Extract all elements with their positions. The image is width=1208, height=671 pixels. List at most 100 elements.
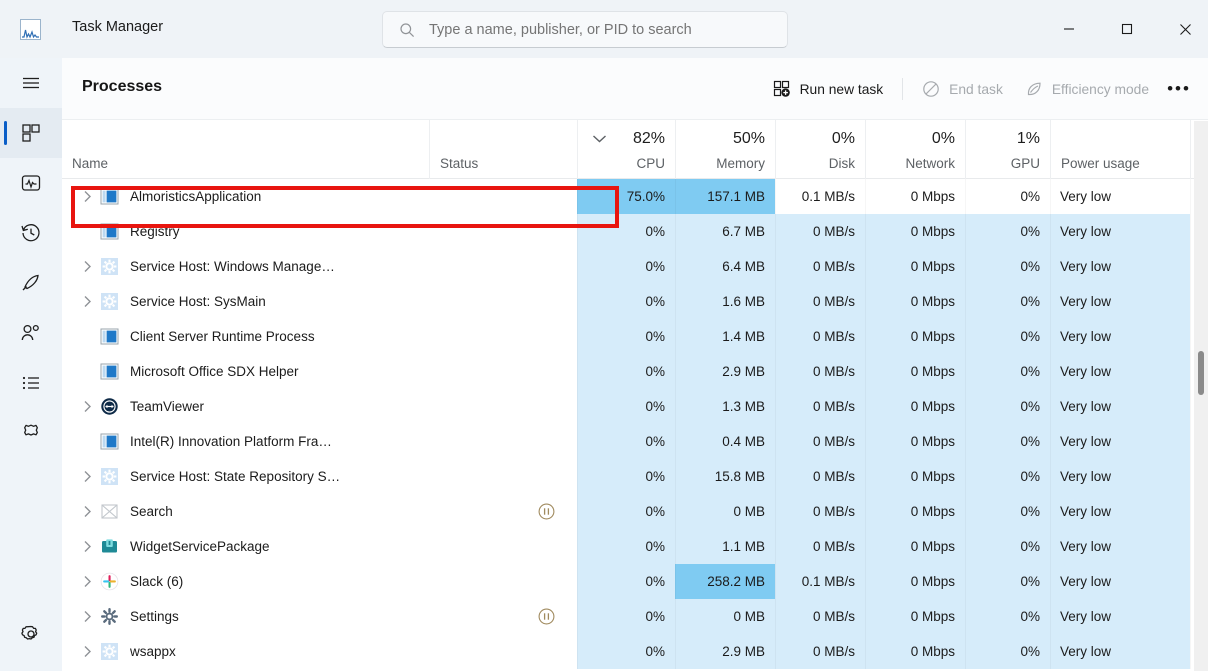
expand-toggle[interactable] bbox=[74, 610, 100, 623]
expand-toggle[interactable] bbox=[74, 190, 100, 203]
process-name-cell[interactable]: Client Server Runtime Process bbox=[62, 319, 429, 354]
process-name-cell[interactable]: Intel(R) Innovation Platform Fra… bbox=[62, 424, 429, 459]
service-icon bbox=[100, 292, 119, 311]
process-name-cell[interactable]: Slack (6) bbox=[62, 564, 429, 599]
cell-cpu-value: 0% bbox=[645, 259, 665, 274]
close-button[interactable] bbox=[1162, 0, 1208, 58]
sidebar-item-settings[interactable] bbox=[0, 609, 62, 659]
process-name-cell[interactable]: WidgetServicePackage bbox=[62, 529, 429, 564]
cell-network: 0 Mbps bbox=[865, 214, 965, 249]
column-separator bbox=[965, 214, 966, 249]
column-separator bbox=[1050, 214, 1051, 249]
table-row[interactable]: Service Host: State Repository S…0%15.8 … bbox=[62, 459, 1208, 494]
table-row[interactable]: Settings0%0 MB0 MB/s0 Mbps0%Very low bbox=[62, 599, 1208, 634]
rocket-icon bbox=[19, 271, 43, 295]
process-name-cell[interactable]: Service Host: State Repository S… bbox=[62, 459, 429, 494]
expand-toggle[interactable] bbox=[74, 505, 100, 518]
column-separator bbox=[775, 319, 776, 354]
table-row[interactable]: Service Host: SysMain0%1.6 MB0 MB/s0 Mbp… bbox=[62, 284, 1208, 319]
run-new-task-button[interactable]: Run new task bbox=[762, 72, 895, 106]
table-row[interactable]: Intel(R) Innovation Platform Fra…0%0.4 M… bbox=[62, 424, 1208, 459]
process-name-cell[interactable]: Service Host: SysMain bbox=[62, 284, 429, 319]
cell-memory: 157.1 MB bbox=[675, 179, 775, 214]
column-separator bbox=[1050, 634, 1051, 669]
column-label-name: Name bbox=[72, 156, 108, 171]
table-row[interactable]: wsappx0%2.9 MB0 MB/s0 Mbps0%Very low bbox=[62, 634, 1208, 669]
process-name-cell[interactable]: Service Host: Windows Manage… bbox=[62, 249, 429, 284]
cell-network-value: 0 Mbps bbox=[911, 609, 955, 624]
search-input[interactable] bbox=[429, 22, 759, 38]
column-separator bbox=[1050, 389, 1051, 424]
cell-network-value: 0 Mbps bbox=[911, 189, 955, 204]
sidebar-item-users[interactable] bbox=[0, 308, 62, 358]
search-box[interactable] bbox=[382, 11, 788, 48]
column-separator bbox=[577, 424, 578, 459]
table-row[interactable]: Client Server Runtime Process0%1.4 MB0 M… bbox=[62, 319, 1208, 354]
cell-disk-value: 0 MB/s bbox=[813, 259, 855, 274]
column-header-disk[interactable]: 0% Disk bbox=[775, 120, 865, 179]
table-row[interactable]: Registry0%6.7 MB0 MB/s0 Mbps0%Very low bbox=[62, 214, 1208, 249]
cell-disk: 0 MB/s bbox=[775, 319, 865, 354]
column-label-cpu: CPU bbox=[636, 156, 665, 171]
process-name-cell[interactable]: wsappx bbox=[62, 634, 429, 669]
cell-network-value: 0 Mbps bbox=[911, 469, 955, 484]
column-header-gpu[interactable]: 1% GPU bbox=[965, 120, 1050, 179]
more-options-button[interactable]: ••• bbox=[1160, 72, 1198, 106]
sidebar-item-app-history[interactable] bbox=[0, 208, 62, 258]
expand-toggle[interactable] bbox=[74, 295, 100, 308]
vertical-scrollbar[interactable] bbox=[1194, 121, 1208, 671]
process-name-cell[interactable]: Settings bbox=[62, 599, 429, 634]
column-header-memory[interactable]: 50% Memory bbox=[675, 120, 775, 179]
minimize-button[interactable] bbox=[1046, 0, 1092, 58]
sidebar-item-startup-apps[interactable] bbox=[0, 258, 62, 308]
process-name-cell[interactable]: Microsoft Office SDX Helper bbox=[62, 354, 429, 389]
run-new-task-label: Run new task bbox=[800, 82, 884, 97]
column-header-status[interactable]: Status bbox=[429, 120, 577, 179]
efficiency-mode-button[interactable]: Efficiency mode bbox=[1014, 72, 1160, 106]
column-separator bbox=[1190, 564, 1191, 599]
expand-toggle[interactable] bbox=[74, 540, 100, 553]
column-header-name[interactable]: Name bbox=[62, 120, 429, 179]
table-row[interactable]: Microsoft Office SDX Helper0%2.9 MB0 MB/… bbox=[62, 354, 1208, 389]
expand-toggle[interactable] bbox=[74, 260, 100, 273]
cell-cpu: 0% bbox=[577, 249, 675, 284]
column-separator bbox=[775, 354, 776, 389]
sidebar-item-processes[interactable] bbox=[0, 108, 62, 158]
maximize-icon bbox=[1121, 23, 1133, 35]
table-row[interactable]: Service Host: Windows Manage…0%6.4 MB0 M… bbox=[62, 249, 1208, 284]
expand-toggle[interactable] bbox=[74, 470, 100, 483]
cell-network-value: 0 Mbps bbox=[911, 399, 955, 414]
process-name-cell[interactable]: TeamViewer bbox=[62, 389, 429, 424]
table-row[interactable]: Slack (6)0%258.2 MB0.1 MB/s0 Mbps0%Very … bbox=[62, 564, 1208, 599]
table-row[interactable]: Search0%0 MB0 MB/s0 Mbps0%Very low bbox=[62, 494, 1208, 529]
process-name-cell[interactable]: Registry bbox=[62, 214, 429, 249]
window-icon bbox=[100, 362, 119, 381]
column-header-network[interactable]: 0% Network bbox=[865, 120, 965, 179]
sidebar-item-hamburger[interactable] bbox=[0, 58, 62, 108]
table-row[interactable]: TeamViewer0%1.3 MB0 MB/s0 Mbps0%Very low bbox=[62, 389, 1208, 424]
column-separator bbox=[577, 319, 578, 354]
expand-toggle[interactable] bbox=[74, 575, 100, 588]
process-name-cell[interactable]: Search bbox=[62, 494, 429, 529]
sidebar-item-services[interactable] bbox=[0, 408, 62, 458]
maximize-button[interactable] bbox=[1104, 0, 1150, 58]
table-row[interactable]: WidgetServicePackage0%1.1 MB0 MB/s0 Mbps… bbox=[62, 529, 1208, 564]
column-header-cpu[interactable]: 82% CPU bbox=[577, 120, 675, 179]
column-header-power[interactable]: Power usage bbox=[1050, 120, 1190, 179]
cell-power-value: Very low bbox=[1060, 539, 1111, 554]
cell-gpu-value: 0% bbox=[1020, 609, 1040, 624]
expand-toggle[interactable] bbox=[74, 645, 100, 658]
sidebar-item-details[interactable] bbox=[0, 358, 62, 408]
window-icon bbox=[100, 327, 119, 346]
process-name-cell[interactable]: AlmoristicsApplication bbox=[62, 179, 429, 214]
cell-cpu-value: 75.0% bbox=[627, 189, 665, 204]
cell-network-value: 0 Mbps bbox=[911, 434, 955, 449]
scrollbar-thumb[interactable] bbox=[1198, 351, 1204, 395]
cell-memory-value: 15.8 MB bbox=[715, 469, 765, 484]
cell-power: Very low bbox=[1050, 634, 1190, 669]
sidebar-item-performance[interactable] bbox=[0, 158, 62, 208]
cell-disk-value: 0 MB/s bbox=[813, 364, 855, 379]
expand-toggle[interactable] bbox=[74, 400, 100, 413]
table-row[interactable]: AlmoristicsApplication75.0%157.1 MB0.1 M… bbox=[62, 179, 1208, 214]
end-task-button[interactable]: End task bbox=[911, 72, 1014, 106]
